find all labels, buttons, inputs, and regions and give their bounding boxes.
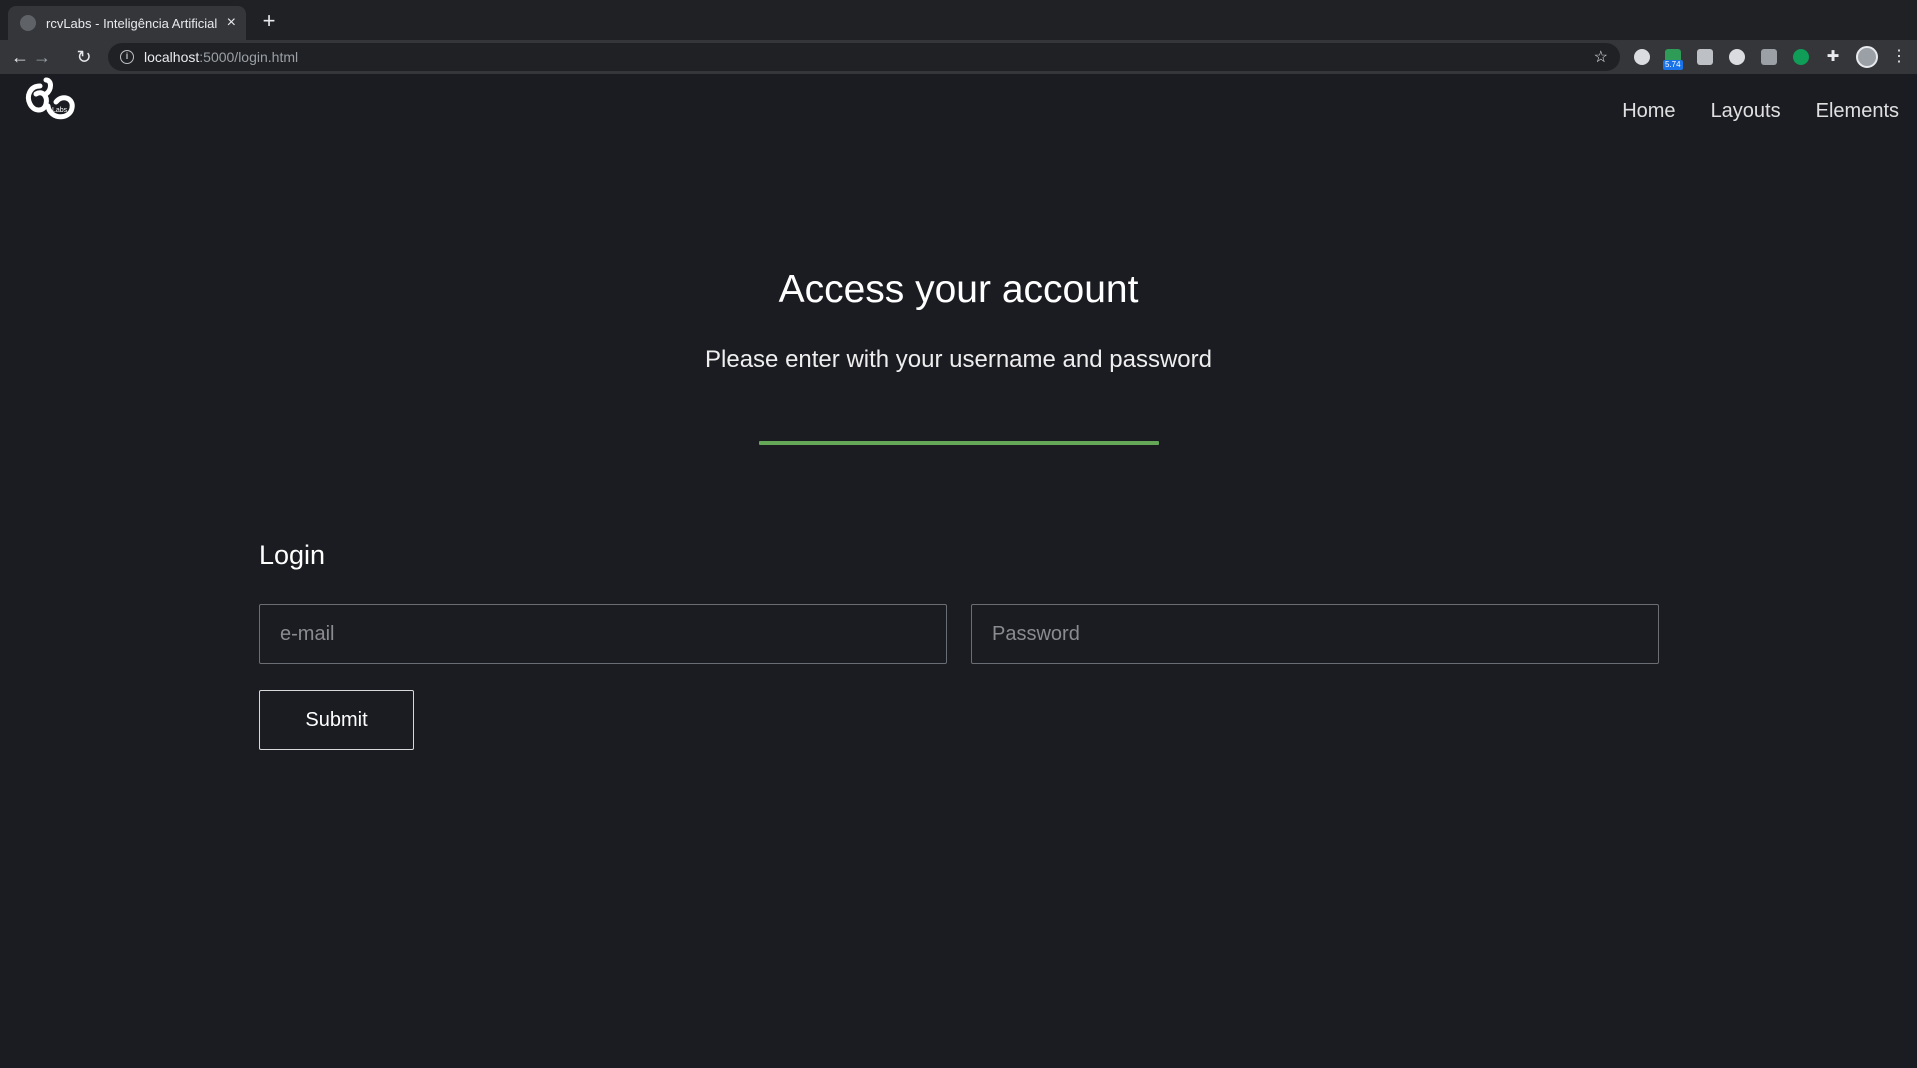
url-path: :5000/login.html	[199, 49, 299, 65]
extension-icon[interactable]	[1761, 49, 1777, 65]
email-field[interactable]	[259, 604, 947, 664]
rcvlabs-logo[interactable]: Labs	[22, 76, 76, 126]
address-bar[interactable]: i localhost:5000/login.html ☆	[108, 43, 1620, 71]
tab-close-icon[interactable]: ×	[227, 15, 236, 31]
submit-button[interactable]: Submit	[259, 690, 414, 750]
nav-layouts-link[interactable]: Layouts	[1711, 100, 1781, 123]
extension-icon[interactable]	[1729, 49, 1745, 65]
nav-home-link[interactable]: Home	[1622, 100, 1675, 123]
main-nav: Home Layouts Elements	[1622, 100, 1899, 123]
extension-badge: 5.74	[1663, 60, 1683, 70]
forward-icon[interactable]: →	[30, 45, 54, 69]
site-info-icon[interactable]: i	[120, 50, 134, 64]
page-subtitle: Please enter with your username and pass…	[705, 346, 1212, 373]
profile-avatar[interactable]	[1856, 46, 1878, 68]
bookmark-star-icon[interactable]: ☆	[1594, 47, 1608, 67]
extension-icon[interactable]	[1634, 49, 1650, 65]
extension-icon[interactable]	[1793, 49, 1809, 65]
url-host: localhost	[144, 49, 200, 65]
back-icon[interactable]: ←	[8, 45, 32, 69]
browser-tab[interactable]: rcvLabs - Inteligência Artificial ×	[8, 6, 246, 40]
section-divider	[759, 441, 1159, 445]
url-text: localhost:5000/login.html	[144, 49, 1594, 65]
browser-menu-icon[interactable]: ⋮	[1891, 49, 1907, 65]
tab-favicon-icon	[20, 15, 36, 31]
page-title: Access your account	[778, 268, 1139, 311]
extensions-puzzle-icon[interactable]: ✚	[1825, 49, 1841, 65]
reload-icon[interactable]: ↻	[72, 45, 96, 69]
site-header: Labs Home Layouts Elements	[0, 74, 1917, 144]
new-tab-icon[interactable]: +	[258, 8, 280, 34]
login-heading: Login	[259, 540, 326, 570]
password-field[interactable]	[971, 604, 1659, 664]
browser-tab-strip: rcvLabs - Inteligência Artificial × +	[0, 0, 1917, 40]
logo-text: Labs	[52, 107, 68, 114]
browser-toolbar: ← → ↻ i localhost:5000/login.html ☆ 5.74…	[0, 40, 1917, 74]
extension-icon[interactable]	[1697, 49, 1713, 65]
tab-title: rcvLabs - Inteligência Artificial	[46, 15, 218, 31]
nav-elements-link[interactable]: Elements	[1816, 100, 1899, 123]
extension-icon[interactable]: 5.74	[1663, 49, 1683, 70]
